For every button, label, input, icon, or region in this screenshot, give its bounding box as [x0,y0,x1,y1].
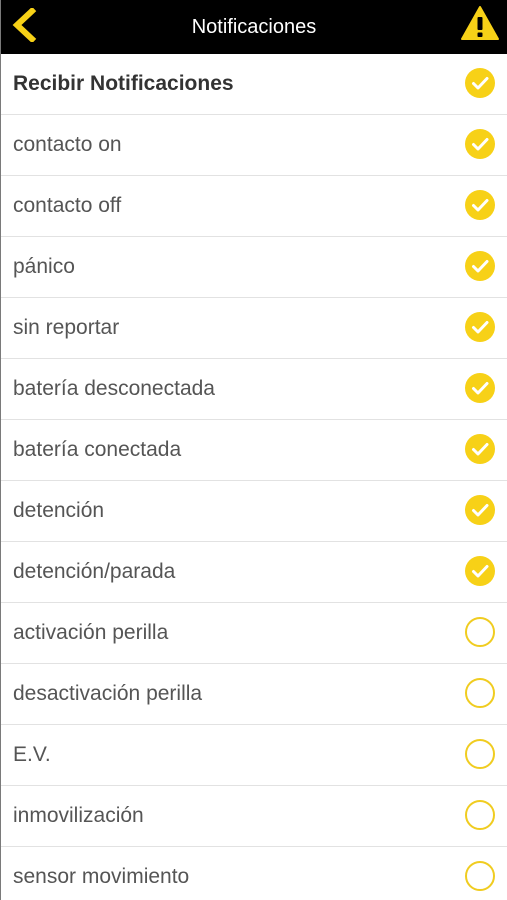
list-item[interactable]: sin reportar [1,298,507,359]
checked-circle-icon[interactable] [465,68,495,98]
list-item-label: inmovilización [13,804,144,827]
checked-circle-icon[interactable] [465,495,495,525]
list-item-label: batería desconectada [13,377,215,400]
list-item-label: Recibir Notificaciones [13,72,234,95]
list-item-label: activación perilla [13,621,169,644]
top-bar: Notificaciones [1,0,507,54]
checked-circle-icon[interactable] [465,373,495,403]
list-item-label: pánico [13,255,75,278]
checked-circle-icon[interactable] [465,312,495,342]
checked-circle-icon[interactable] [465,129,495,159]
unchecked-circle-icon[interactable] [465,800,495,830]
warning-triangle-icon [460,5,500,46]
unchecked-circle-icon[interactable] [465,739,495,769]
chevron-left-icon [11,6,37,47]
checked-circle-icon[interactable] [465,190,495,220]
list-item-label: sin reportar [13,316,120,339]
list-item[interactable]: batería conectada [1,420,507,481]
list-item[interactable]: contacto on [1,115,507,176]
list-item-label: detención [13,499,105,522]
list-item[interactable]: desactivación perilla [1,664,507,725]
list-item-label: contacto on [13,133,122,156]
notifications-screen: Notificaciones Recibir Notificaciones con… [0,0,507,900]
list-item[interactable]: contacto off [1,176,507,237]
unchecked-circle-icon[interactable] [465,861,495,891]
unchecked-circle-icon[interactable] [465,617,495,647]
receive-notifications-row[interactable]: Recibir Notificaciones [1,54,507,115]
unchecked-circle-icon[interactable] [465,678,495,708]
list-item-label: desactivación perilla [13,682,203,705]
list-item[interactable]: inmovilización [1,786,507,847]
checked-circle-icon[interactable] [465,251,495,281]
list-item[interactable]: E.V. [1,725,507,786]
list-item[interactable]: pánico [1,237,507,298]
list-item-label: sensor movimiento [13,865,190,888]
list-item-label: contacto off [13,194,122,217]
checked-circle-icon[interactable] [465,434,495,464]
checked-circle-icon[interactable] [465,556,495,586]
list-item-label: detención/parada [13,560,176,583]
back-button[interactable] [9,6,39,47]
list-item[interactable]: activación perilla [1,603,507,664]
list-item-label: E.V. [13,743,51,766]
page-title: Notificaciones [191,16,317,38]
list-item[interactable]: batería desconectada [1,359,507,420]
list-item[interactable]: sensor movimiento [1,847,507,900]
list-item[interactable]: detención [1,481,507,542]
notification-list: Recibir Notificaciones contacto on contact… [1,54,507,900]
warning-button[interactable] [459,5,501,45]
list-item-label: batería conectada [13,438,182,461]
list-item[interactable]: detención/parada [1,542,507,603]
